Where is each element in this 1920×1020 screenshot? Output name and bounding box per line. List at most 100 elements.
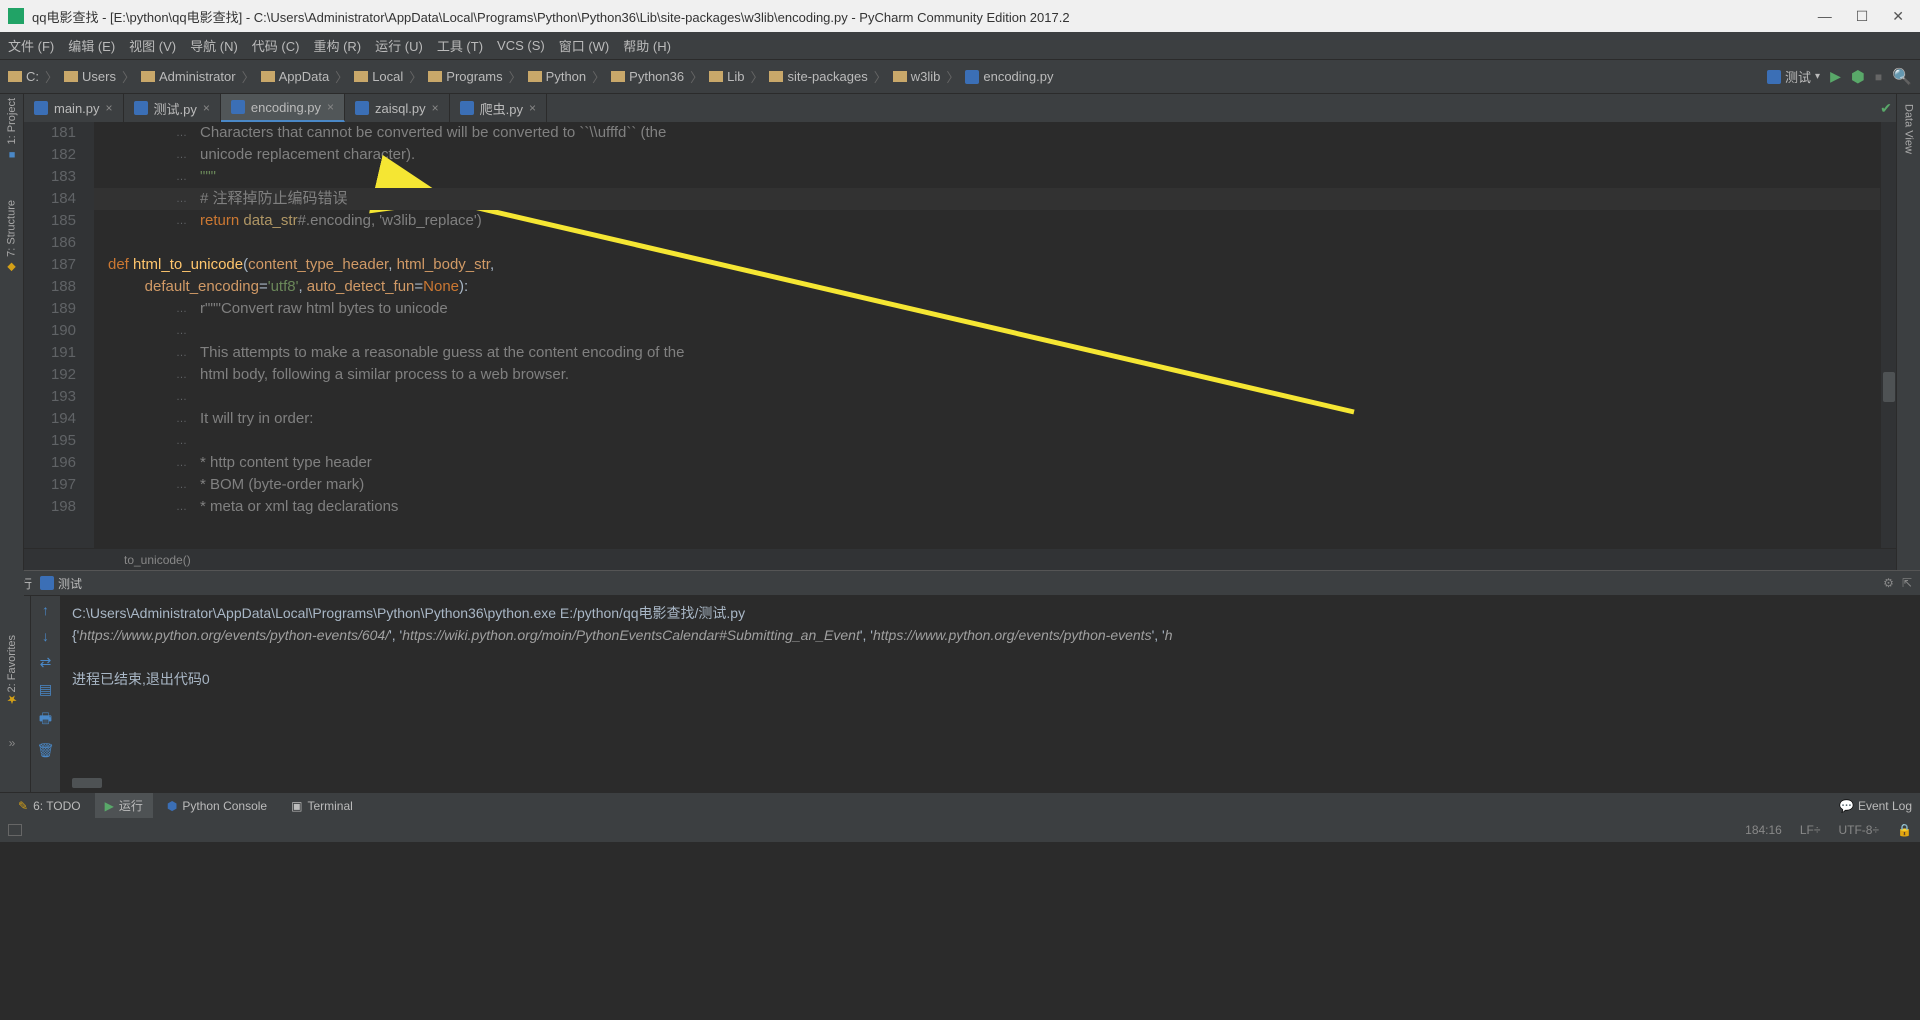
event-log-button[interactable]: 💬Event Log (1839, 799, 1912, 813)
debug-button[interactable]: ⬢ (1851, 67, 1865, 87)
menu-run[interactable]: 运行 (U) (375, 36, 423, 55)
breadcrumb-item[interactable]: Python (528, 69, 586, 84)
editor-tab[interactable]: encoding.py× (221, 94, 345, 122)
code-line[interactable]: …* meta or xml tag declarations (94, 496, 1880, 518)
code-line[interactable] (94, 232, 1880, 254)
print-icon[interactable]: 🖶 (39, 708, 52, 732)
run-sub-toolbar: ↑ ↓ ⇄ ▤ 🖶 🗑 (30, 596, 60, 792)
up-icon[interactable]: ↑ (42, 602, 49, 618)
close-tab-icon[interactable]: × (327, 100, 334, 114)
console-scrollbar-thumb[interactable] (72, 778, 102, 788)
menu-edit[interactable]: 编辑 (E) (68, 36, 115, 55)
clear-icon[interactable]: 🗑 (37, 742, 55, 759)
python-file-icon (34, 101, 48, 115)
close-tab-icon[interactable]: × (529, 101, 536, 115)
menu-view[interactable]: 视图 (V) (129, 36, 176, 55)
code-line[interactable]: …* http content type header (94, 452, 1880, 474)
console-command: C:\Users\Administrator\AppData\Local\Pro… (72, 602, 1908, 624)
terminal-tab[interactable]: ▣Terminal (281, 793, 363, 818)
code-line[interactable]: …unicode replacement character). (94, 144, 1880, 166)
breadcrumb-item[interactable]: AppData (261, 69, 330, 84)
line-gutter[interactable]: 1811821831841851861871881891901911921931… (24, 122, 94, 548)
breadcrumb-item[interactable]: Python36 (611, 69, 684, 84)
code-line[interactable]: …# 注释掉防止编码错误 (94, 188, 1880, 210)
python-file-icon (460, 101, 474, 115)
minimize-button[interactable]: — (1818, 8, 1832, 25)
stop-button[interactable]: ■ (1875, 70, 1882, 84)
breadcrumb-item[interactable]: C: (8, 69, 39, 84)
collapse-stripe-icon[interactable]: » (9, 736, 16, 750)
favorites-tool-button[interactable]: ★2: Favorites (5, 635, 19, 706)
run-config-name: 测试 (58, 575, 82, 592)
code-line[interactable]: default_encoding='utf8', auto_detect_fun… (94, 276, 1880, 298)
wrap-icon[interactable]: ⇄ (40, 654, 52, 671)
code-line[interactable]: …return data_str#.encoding, 'w3lib_repla… (94, 210, 1880, 232)
menu-file[interactable]: 文件 (F) (8, 36, 54, 55)
code-line[interactable]: … (94, 320, 1880, 342)
close-tab-icon[interactable]: × (106, 101, 113, 115)
project-tool-button[interactable]: ■1: Project (6, 98, 18, 160)
left-tool-stripe: ■1: Project ◆7: Structure (0, 94, 24, 570)
breadcrumb-item[interactable]: Programs (428, 69, 502, 84)
code-line[interactable]: def html_to_unicode(content_type_header,… (94, 254, 1880, 276)
code-line[interactable]: …* BOM (byte-order mark) (94, 474, 1880, 496)
code-line[interactable]: …Characters that cannot be converted wil… (94, 122, 1880, 144)
close-tab-icon[interactable]: × (203, 101, 210, 115)
cursor-position[interactable]: 184:16 (1745, 823, 1782, 837)
breadcrumb-item[interactable]: site-packages (769, 69, 867, 84)
hide-icon[interactable]: ⇱ (1902, 576, 1912, 590)
folder-icon (769, 71, 783, 82)
settings-icon[interactable]: ⚙ (1883, 576, 1894, 590)
code-editor[interactable]: 1811821831841851861871881891901911921931… (24, 122, 1896, 548)
close-button[interactable]: ✕ (1892, 8, 1904, 25)
breadcrumb-item[interactable]: w3lib (893, 69, 941, 84)
search-everywhere-button[interactable]: 🔍 (1892, 67, 1912, 87)
breadcrumb-item[interactable]: Local (354, 69, 403, 84)
inspection-status-icon[interactable]: ✔ (1880, 100, 1892, 117)
lock-icon[interactable]: 🔒 (1897, 823, 1912, 837)
down-icon[interactable]: ↓ (42, 628, 49, 644)
console-output[interactable]: C:\Users\Administrator\AppData\Local\Pro… (60, 596, 1920, 792)
line-separator[interactable]: LF÷ (1800, 823, 1821, 837)
dataview-tool-button[interactable]: Data View (1903, 104, 1915, 154)
maximize-button[interactable]: ☐ (1856, 8, 1869, 25)
file-encoding[interactable]: UTF-8÷ (1838, 823, 1879, 837)
code-line[interactable]: … (94, 430, 1880, 452)
editor-scrollbar[interactable] (1880, 122, 1896, 548)
breadcrumb-item[interactable]: Lib (709, 69, 744, 84)
code-line[interactable]: …html body, following a similar process … (94, 364, 1880, 386)
menu-navigate[interactable]: 导航 (N) (190, 36, 238, 55)
editor-tab[interactable]: main.py× (24, 94, 124, 122)
editor-tab[interactable]: 爬虫.py× (450, 94, 547, 122)
menu-help[interactable]: 帮助 (H) (623, 36, 671, 55)
editor-tab[interactable]: 测试.py× (124, 94, 221, 122)
run-tab[interactable]: ▶运行 (95, 793, 153, 818)
run-config-selector[interactable]: 测试 ▾ (1767, 67, 1820, 86)
code-line[interactable]: …""" (94, 166, 1880, 188)
todo-tab[interactable]: ✎6: TODO (8, 793, 91, 818)
menu-tools[interactable]: 工具 (T) (437, 36, 483, 55)
folder-icon (428, 71, 442, 82)
code-breadcrumb[interactable]: to_unicode() (24, 548, 1896, 570)
scroll-icon[interactable]: ▤ (39, 681, 52, 698)
menu-window[interactable]: 窗口 (W) (559, 36, 610, 55)
folder-icon (8, 71, 22, 82)
python-console-tab[interactable]: ⬢Python Console (157, 793, 277, 818)
close-tab-icon[interactable]: × (432, 101, 439, 115)
editor-tab[interactable]: zaisql.py× (345, 94, 450, 122)
code-line[interactable]: …This attempts to make a reasonable gues… (94, 342, 1880, 364)
code-line[interactable]: …r"""Convert raw html bytes to unicode (94, 298, 1880, 320)
breadcrumb-item[interactable]: Users (64, 69, 116, 84)
code-line[interactable]: … (94, 386, 1880, 408)
code-line[interactable]: …It will try in order: (94, 408, 1880, 430)
structure-tool-button[interactable]: ◆7: Structure (5, 200, 18, 274)
breadcrumb-item[interactable]: Administrator (141, 69, 236, 84)
breadcrumb-item[interactable]: encoding.py (965, 69, 1053, 84)
menu-refactor[interactable]: 重构 (R) (313, 36, 361, 55)
statusbar-toggle-icon[interactable] (8, 824, 22, 836)
run-toolwindow-header[interactable]: 运行 测试 ⚙ ⇱ (0, 570, 1920, 596)
menu-vcs[interactable]: VCS (S) (497, 38, 545, 53)
menu-code[interactable]: 代码 (C) (252, 36, 300, 55)
python-file-icon (134, 101, 148, 115)
run-button[interactable]: ▶ (1830, 68, 1841, 85)
